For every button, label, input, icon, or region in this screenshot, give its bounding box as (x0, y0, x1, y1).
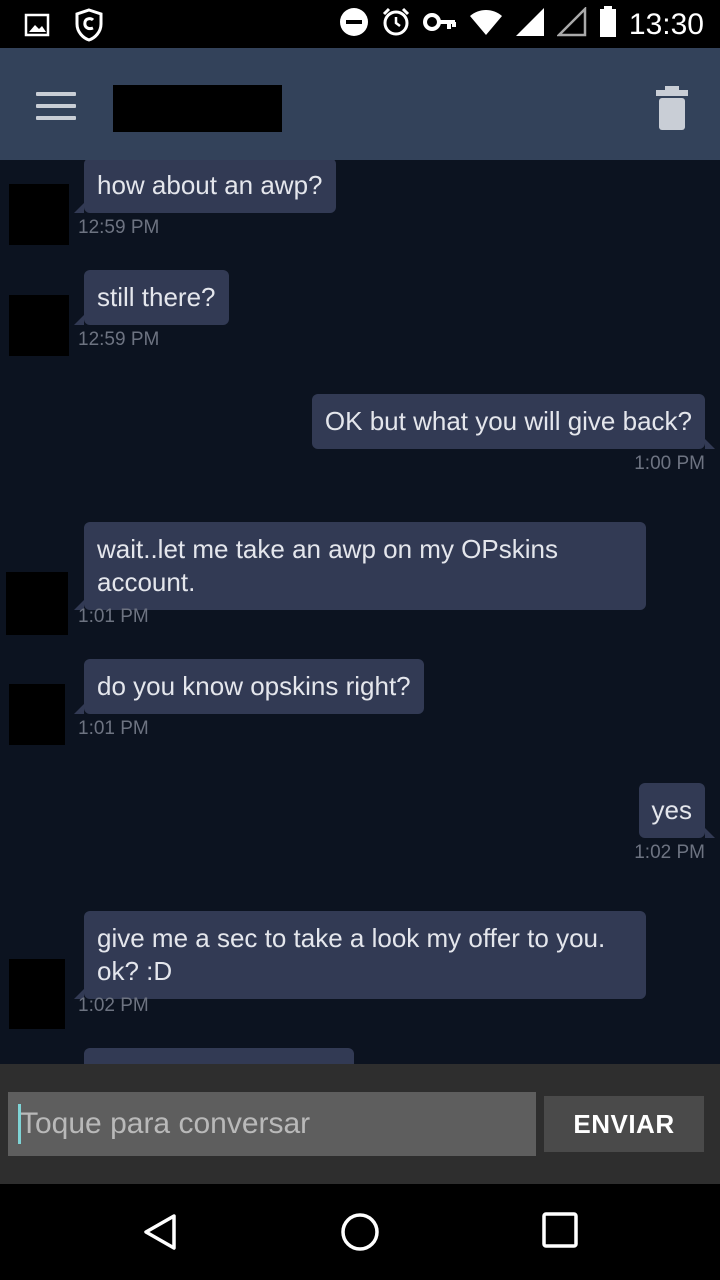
signal-empty-icon (555, 5, 587, 42)
shield-icon (74, 8, 104, 47)
message-bubble: how about an awp? (74, 160, 336, 213)
message-time: 12:59 PM (78, 329, 160, 350)
message-time: 1:01 PM (78, 718, 149, 739)
chat-log[interactable]: how about an awp? 12:59 PM still there? … (0, 160, 720, 1064)
message-time: 1:00 PM (634, 453, 705, 474)
send-button[interactable]: ENVIAR (544, 1096, 704, 1152)
status-bar: 13:30 (0, 0, 720, 48)
avatar[interactable] (9, 959, 65, 1029)
do-not-disturb-icon (339, 7, 369, 42)
message-time: 1:02 PM (78, 995, 149, 1016)
wifi-icon (469, 8, 503, 41)
avatar[interactable] (9, 184, 69, 245)
trash-icon[interactable] (652, 84, 692, 132)
message-time: 12:59 PM (78, 217, 160, 238)
image-icon (24, 12, 50, 43)
message-bubble: do you know opskins right? (74, 659, 424, 714)
message-bubble: OK but what you will give back? (311, 394, 716, 449)
message-input[interactable] (8, 1092, 536, 1156)
app-bar (0, 48, 720, 160)
avatar[interactable] (6, 572, 68, 635)
battery-icon (599, 6, 617, 43)
message-bubble: yes (638, 783, 716, 838)
text-cursor (18, 1104, 21, 1144)
home-icon[interactable] (340, 1212, 380, 1252)
avatar[interactable] (9, 684, 65, 745)
avatar[interactable] (9, 295, 69, 356)
message-bubble: give me a sec to take a look my offer to… (74, 911, 646, 999)
message-bubble: wait..let me take an awp on my OPskins a… (74, 522, 646, 610)
alarm-icon (381, 7, 411, 42)
message-bubble (84, 1048, 354, 1064)
clock-time: 13:30 (628, 7, 704, 41)
message-bubble: still there? (74, 270, 229, 325)
signal-icon (515, 7, 545, 42)
system-nav-bar (0, 1184, 720, 1280)
recents-icon[interactable] (542, 1212, 582, 1252)
redacted-contact-name (113, 85, 282, 132)
message-time: 1:02 PM (634, 842, 705, 863)
back-icon[interactable] (140, 1212, 180, 1252)
hamburger-menu-icon[interactable] (36, 92, 76, 120)
message-time: 1:01 PM (78, 606, 149, 627)
compose-bar: ENVIAR (0, 1064, 720, 1184)
vpn-key-icon (422, 11, 457, 38)
